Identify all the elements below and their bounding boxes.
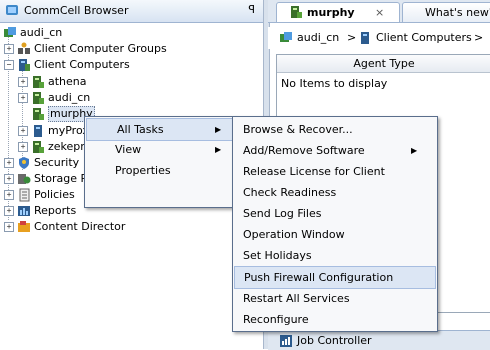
- client-computer-icon: [33, 108, 44, 120]
- menu-item-label: Restart All Services: [243, 292, 350, 305]
- commcell-icon: [6, 5, 18, 15]
- tab-whats-new[interactable]: What's new?: [402, 2, 490, 22]
- client-computer-icon: [33, 76, 44, 88]
- menu-item-label: Check Readiness: [243, 186, 337, 199]
- expand-icon[interactable]: +: [18, 126, 28, 136]
- expand-icon[interactable]: +: [4, 190, 14, 200]
- client-computer-icon: [34, 125, 42, 137]
- expand-icon[interactable]: +: [4, 44, 14, 54]
- tab-label: murphy: [307, 6, 355, 19]
- close-icon[interactable]: ×: [375, 3, 384, 22]
- menu-item-restart-all-services[interactable]: Restart All Services: [233, 288, 437, 310]
- column-header-agent-type[interactable]: Agent Type: [277, 55, 490, 73]
- client-computer-icon: [291, 6, 302, 18]
- menu-item-label: Operation Window: [243, 228, 345, 241]
- job-controller-bar[interactable]: Job Controller: [268, 330, 490, 350]
- policies-icon: [19, 188, 30, 202]
- menu-item-label: Reconfigure: [243, 313, 309, 326]
- client-computers-icon: [361, 32, 369, 44]
- storage-icon: [18, 174, 31, 184]
- menu-item-label: Push Firewall Configuration: [244, 271, 394, 284]
- menu-item-label: Add/Remove Software: [243, 144, 365, 157]
- menu-item-operation-window[interactable]: Operation Window: [233, 224, 437, 246]
- job-controller-label: Job Controller: [297, 334, 372, 347]
- client-computer-icon: [33, 141, 44, 153]
- context-menu: All Tasks ▶ View ▶ Properties: [84, 116, 236, 208]
- tree-label-client-groups: Client Computer Groups: [34, 42, 167, 55]
- menu-item-properties[interactable]: Properties: [85, 160, 235, 182]
- menu-item-all-tasks[interactable]: All Tasks ▶: [86, 118, 234, 141]
- all-tasks-submenu: Browse & Recover... Add/Remove Software …: [232, 116, 438, 332]
- menu-item-label: All Tasks: [117, 123, 164, 136]
- tab-bar: murphy × What's new?: [268, 0, 490, 23]
- breadcrumb-separator: >: [474, 31, 484, 44]
- expand-icon[interactable]: +: [18, 93, 28, 103]
- expand-icon[interactable]: +: [18, 77, 28, 87]
- tree-label-client-computers: Client Computers: [34, 58, 130, 71]
- menu-item-label: Set Holidays: [243, 249, 312, 262]
- expand-icon[interactable]: +: [18, 142, 28, 152]
- tab-label: What's new?: [425, 6, 490, 19]
- submenu-arrow-icon: ▶: [411, 146, 418, 155]
- tree-label-client: myProx: [48, 124, 89, 137]
- breadcrumb: audi_cn > Client Computers >: [268, 27, 490, 49]
- menu-item-check-readiness[interactable]: Check Readiness: [233, 182, 437, 204]
- menu-item-set-holidays[interactable]: Set Holidays: [233, 245, 437, 267]
- menu-item-view[interactable]: View ▶: [85, 139, 235, 161]
- tree-label-root: audi_cn: [20, 26, 63, 39]
- commcell-icon: [280, 32, 292, 42]
- expand-icon[interactable]: +: [4, 206, 14, 216]
- menu-item-reconfigure[interactable]: Reconfigure: [233, 309, 437, 331]
- tree-label-client: audi_cn: [48, 91, 91, 104]
- tree-label-security: Security: [34, 156, 80, 169]
- reports-icon: [18, 206, 30, 216]
- expand-icon[interactable]: +: [4, 222, 14, 232]
- client-computer-icon: [33, 92, 44, 104]
- menu-item-push-firewall-configuration[interactable]: Push Firewall Configuration: [234, 266, 436, 289]
- commcell-icon: [4, 27, 16, 37]
- commcell-browser-header: CommCell Browser ꟼ: [0, 0, 263, 23]
- tree-label-policies: Policies: [34, 188, 75, 201]
- client-group-icon: [18, 42, 30, 54]
- content-director-icon: [18, 221, 30, 232]
- menu-item-label: Send Log Files: [243, 207, 322, 220]
- expand-icon[interactable]: +: [4, 158, 14, 168]
- tab-murphy[interactable]: murphy ×: [276, 2, 400, 22]
- tree-label-content-director: Content Director: [34, 220, 126, 233]
- menu-item-browse-recover[interactable]: Browse & Recover...: [233, 119, 437, 141]
- commcell-browser-title: CommCell Browser: [24, 4, 129, 17]
- menu-item-label: Browse & Recover...: [243, 123, 353, 136]
- expand-icon[interactable]: +: [4, 174, 14, 184]
- job-controller-icon: [280, 335, 292, 347]
- menu-item-release-license[interactable]: Release License for Client: [233, 161, 437, 183]
- tree-label-client: athena: [48, 75, 87, 88]
- menu-item-label: Properties: [115, 164, 171, 177]
- tree-label-reports: Reports: [34, 204, 77, 217]
- menu-item-label: View: [115, 143, 142, 156]
- menu-item-add-remove-software[interactable]: Add/Remove Software ▶: [233, 140, 437, 162]
- menu-item-label: Release License for Client: [243, 165, 385, 178]
- collapse-icon[interactable]: −: [4, 60, 14, 70]
- submenu-arrow-icon: ▶: [215, 145, 222, 154]
- client-computers-icon: [19, 59, 30, 71]
- pin-icon[interactable]: ꟼ: [248, 3, 255, 16]
- breadcrumb-separator: >: [347, 31, 357, 44]
- security-icon: [19, 157, 29, 169]
- submenu-arrow-icon: ▶: [215, 125, 222, 134]
- breadcrumb-item[interactable]: Client Computers: [376, 27, 472, 49]
- menu-item-send-log-files[interactable]: Send Log Files: [233, 203, 437, 225]
- breadcrumb-root[interactable]: audi_cn: [297, 27, 339, 49]
- empty-message: No Items to display: [281, 77, 388, 90]
